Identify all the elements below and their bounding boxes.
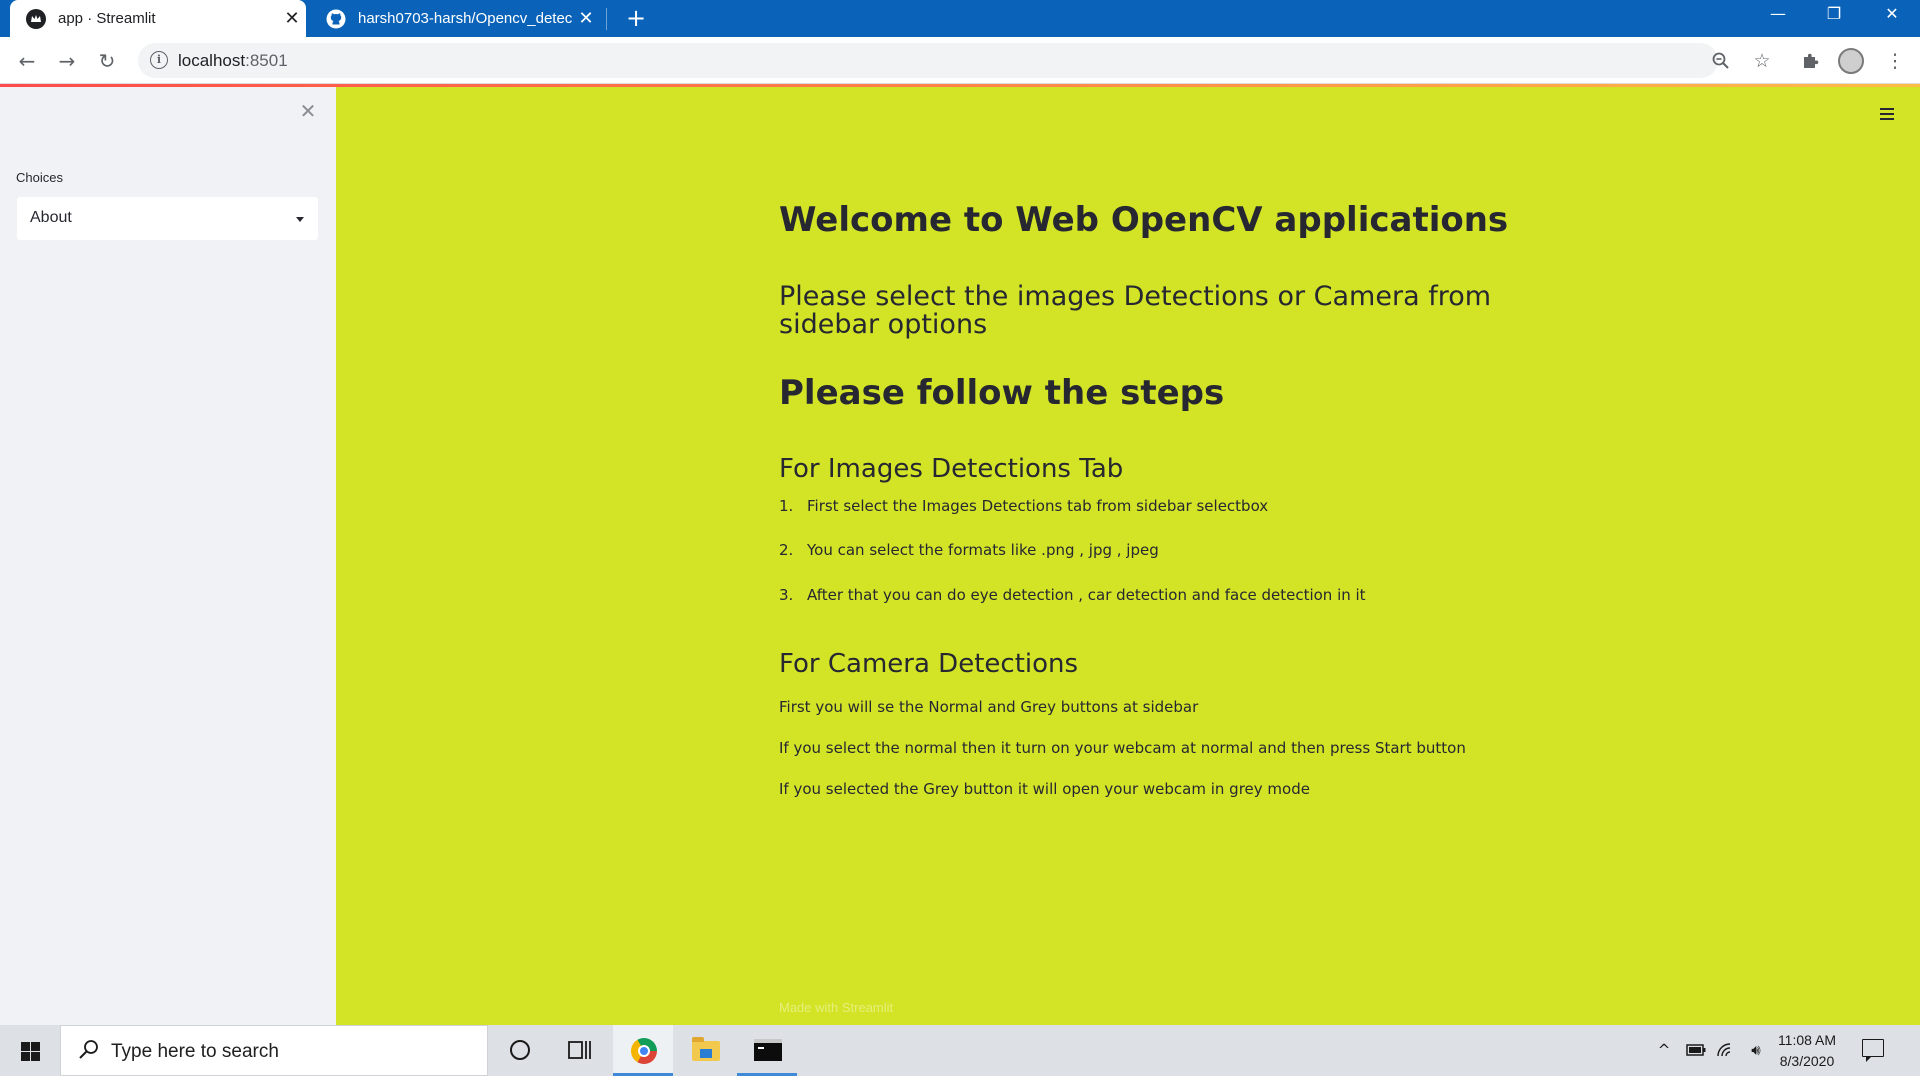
windows-taskbar: Type here to search ^ 🔊︎ 11:08 AM 8/3/20… bbox=[0, 1025, 1920, 1076]
battery-icon[interactable] bbox=[1682, 1025, 1710, 1076]
tab-title: harsh0703-harsh/Opencv_detect bbox=[358, 10, 572, 27]
streamlit-crown-icon bbox=[26, 8, 46, 29]
tab-title: app · Streamlit bbox=[58, 10, 156, 27]
chevron-down-icon bbox=[296, 217, 304, 222]
browser-menu-icon[interactable]: ⋮ bbox=[1880, 46, 1910, 76]
show-hidden-icons-chevron-up-icon[interactable]: ^ bbox=[1650, 1025, 1678, 1076]
tab-streamlit-app[interactable]: app · Streamlit ✕ bbox=[10, 0, 306, 37]
page-subtitle: Please select the images Detections or C… bbox=[779, 281, 1492, 340]
github-icon bbox=[326, 9, 346, 28]
choices-label: Choices bbox=[16, 170, 63, 185]
selectbox-value: About bbox=[30, 209, 72, 226]
taskbar-chrome[interactable] bbox=[613, 1025, 673, 1076]
file-explorer-icon bbox=[692, 1037, 720, 1061]
chrome-icon bbox=[631, 1038, 657, 1064]
cortana-icon bbox=[510, 1040, 530, 1060]
window-close-icon[interactable]: ✕ bbox=[1864, 0, 1920, 30]
reload-icon[interactable]: ↻ bbox=[92, 46, 122, 76]
list-item-number: 3. bbox=[779, 586, 794, 604]
sidebar-close-icon[interactable]: ✕ bbox=[296, 99, 320, 123]
new-tab-button[interactable]: + bbox=[622, 3, 650, 33]
list-item-text: You can select the formats like .png , j… bbox=[807, 541, 1159, 559]
address-url[interactable]: localhost:8501 bbox=[178, 51, 288, 71]
steps-heading: Please follow the steps bbox=[779, 373, 1225, 413]
tab-close-icon[interactable]: ✕ bbox=[278, 8, 306, 29]
search-icon bbox=[79, 1040, 98, 1059]
taskbar-search-box[interactable]: Type here to search bbox=[60, 1025, 488, 1076]
site-info-icon[interactable]: i bbox=[150, 51, 168, 69]
browser-toolbar: ← → ↻ i localhost:8501 ☆ ⋮ bbox=[0, 37, 1920, 84]
task-view-icon bbox=[568, 1041, 591, 1059]
windows-logo-icon bbox=[21, 1042, 40, 1061]
choices-selectbox[interactable]: About bbox=[17, 197, 318, 240]
camera-paragraph: If you select the normal then it turn on… bbox=[779, 739, 1466, 757]
volume-icon[interactable]: 🔊︎ bbox=[1742, 1025, 1770, 1076]
sidebar: ✕ Choices About bbox=[0, 87, 336, 1025]
search-placeholder: Type here to search bbox=[111, 1041, 279, 1062]
page-title: Welcome to Web OpenCV applications bbox=[779, 200, 1509, 240]
forward-arrow-icon[interactable]: → bbox=[52, 46, 82, 76]
zoom-icon[interactable] bbox=[1706, 46, 1736, 76]
tab-close-icon[interactable]: ✕ bbox=[572, 8, 600, 29]
bookmark-star-icon[interactable]: ☆ bbox=[1747, 46, 1777, 76]
back-arrow-icon[interactable]: ← bbox=[12, 46, 42, 76]
browser-tab-strip: app · Streamlit ✕ harsh0703-harsh/Opencv… bbox=[0, 0, 1920, 37]
action-center-icon[interactable] bbox=[1862, 1039, 1884, 1062]
images-detections-heading: For Images Detections Tab bbox=[779, 454, 1124, 484]
camera-paragraph: First you will se the Normal and Grey bu… bbox=[779, 698, 1199, 716]
cortana-button[interactable] bbox=[489, 1025, 549, 1076]
made-with-streamlit-footer[interactable]: Made with Streamlit bbox=[779, 1000, 893, 1015]
tab-divider bbox=[606, 8, 607, 30]
taskbar-clock[interactable]: 11:08 AM 8/3/2020 bbox=[1772, 1030, 1842, 1072]
wifi-icon[interactable] bbox=[1712, 1025, 1740, 1076]
taskbar-terminal[interactable] bbox=[737, 1025, 797, 1076]
hamburger-menu-icon[interactable] bbox=[1876, 105, 1900, 125]
list-item-text: After that you can do eye detection , ca… bbox=[807, 586, 1366, 604]
minimize-icon[interactable]: — bbox=[1750, 0, 1806, 30]
url-host: localhost bbox=[178, 51, 246, 70]
start-button[interactable] bbox=[0, 1025, 60, 1076]
taskbar-file-explorer[interactable] bbox=[675, 1025, 735, 1076]
profile-avatar[interactable] bbox=[1838, 48, 1864, 74]
address-bar[interactable]: i localhost:8501 bbox=[138, 43, 1718, 78]
camera-paragraph: If you selected the Grey button it will … bbox=[779, 780, 1310, 798]
camera-detections-heading: For Camera Detections bbox=[779, 649, 1079, 679]
terminal-icon bbox=[754, 1039, 782, 1061]
list-item-number: 2. bbox=[779, 541, 794, 559]
extensions-puzzle-icon[interactable] bbox=[1796, 46, 1826, 76]
url-port: :8501 bbox=[245, 51, 288, 70]
clock-time: 11:08 AM bbox=[1777, 1032, 1837, 1048]
main-content: Welcome to Web OpenCV applications Pleas… bbox=[336, 87, 1920, 1025]
restore-icon[interactable]: ❐ bbox=[1806, 0, 1862, 30]
list-item-text: First select the Images Detections tab f… bbox=[807, 497, 1269, 515]
tab-github[interactable]: harsh0703-harsh/Opencv_detect ✕ bbox=[310, 0, 600, 37]
list-item-number: 1. bbox=[779, 497, 794, 515]
task-view-button[interactable] bbox=[549, 1025, 609, 1076]
clock-date: 8/3/2020 bbox=[1779, 1053, 1835, 1069]
